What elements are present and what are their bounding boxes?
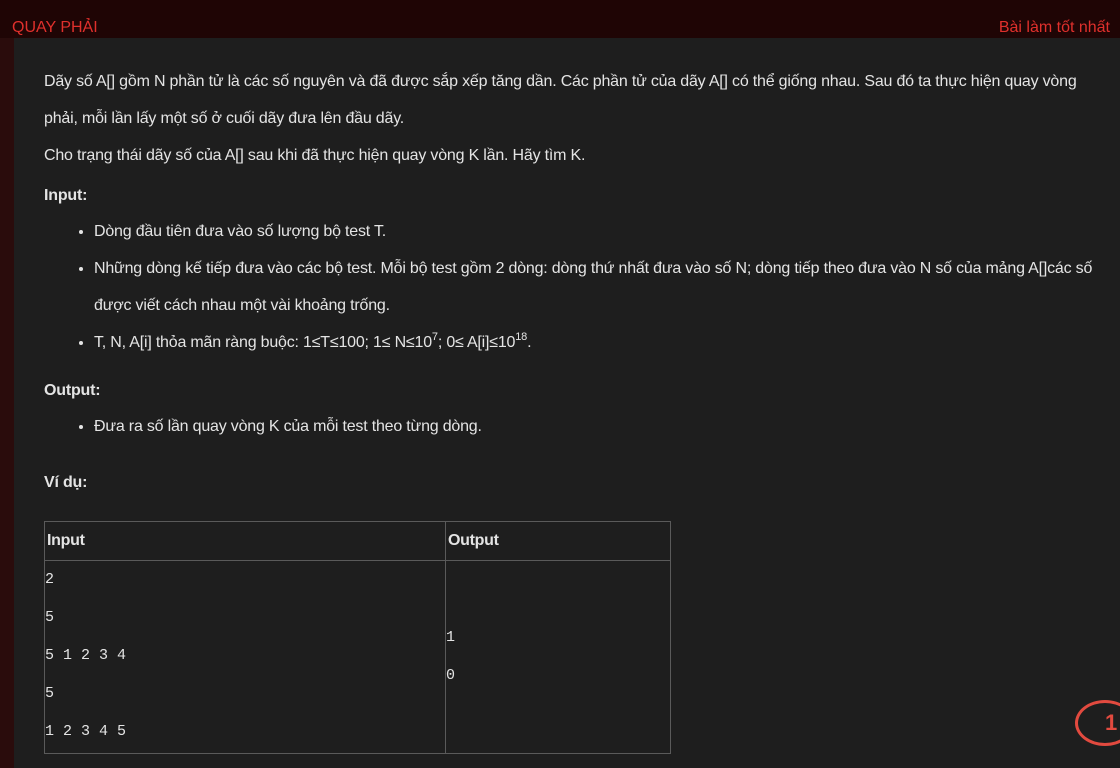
input-line: 2 [45,571,55,588]
input-line: 5 [45,685,55,702]
output-item: Đưa ra số lần quay vòng K của mỗi test t… [94,408,1106,445]
best-solution-link[interactable]: Bài làm tốt nhất [999,18,1110,38]
task-paragraph: Cho trạng thái dãy số của A[] sau khi đã… [44,147,586,164]
input-line: 5 1 2 3 4 [45,647,127,664]
constraint-item: T, N, A[i] thỏa mãn ràng buộc: 1≤T≤100; … [94,324,1106,361]
constraint-text: . [527,334,532,351]
constraint-exponent: 18 [515,331,528,343]
column-header-output: Output [445,521,671,561]
constraint-text: T, N, A[i] thỏa mãn ràng buộc: 1≤T≤100; … [94,334,432,351]
problem-statement: Dãy số A[] gồm N phần tử là các số nguyê… [44,63,1106,495]
page-frame: QUAY PHẢI Bài làm tốt nhất Dãy số A[] gồ… [0,0,1120,768]
description-paragraph: Dãy số A[] gồm N phần tử là các số nguyê… [44,73,1077,127]
constraint-text: ; 0≤ A[i]≤10 [437,334,516,351]
input-item: Dòng đầu tiên đưa vào số lượng bộ test T… [94,213,1106,250]
input-heading: Input: [44,187,88,204]
example-table: Input Output 2 5 5 1 2 3 4 5 1 2 3 4 5 1… [44,521,671,754]
notification-count: 1 [1105,710,1118,735]
table-header-row: Input Output [44,521,671,561]
example-input-cell: 2 5 5 1 2 3 4 5 1 2 3 4 5 [44,560,446,754]
problem-content: Dãy số A[] gồm N phần tử là các số nguyê… [14,38,1120,768]
column-header-input: Input [44,521,446,561]
problem-title: QUAY PHẢI [12,19,98,36]
input-line: 5 [45,609,55,626]
output-line: 0 [446,667,456,684]
header-bar [0,0,1120,38]
example-heading: Ví dụ: [44,474,88,491]
input-line: 1 2 3 4 5 [45,723,127,740]
table-row: 2 5 5 1 2 3 4 5 1 2 3 4 5 1 0 [44,560,671,754]
input-item: Những dòng kế tiếp đưa vào các bộ test. … [94,250,1106,324]
output-heading: Output: [44,382,101,399]
example-output-cell: 1 0 [445,560,671,754]
input-list: Dòng đầu tiên đưa vào số lượng bộ test T… [44,213,1106,361]
output-list: Đưa ra số lần quay vòng K của mỗi test t… [44,408,1106,445]
output-line: 1 [446,629,456,646]
